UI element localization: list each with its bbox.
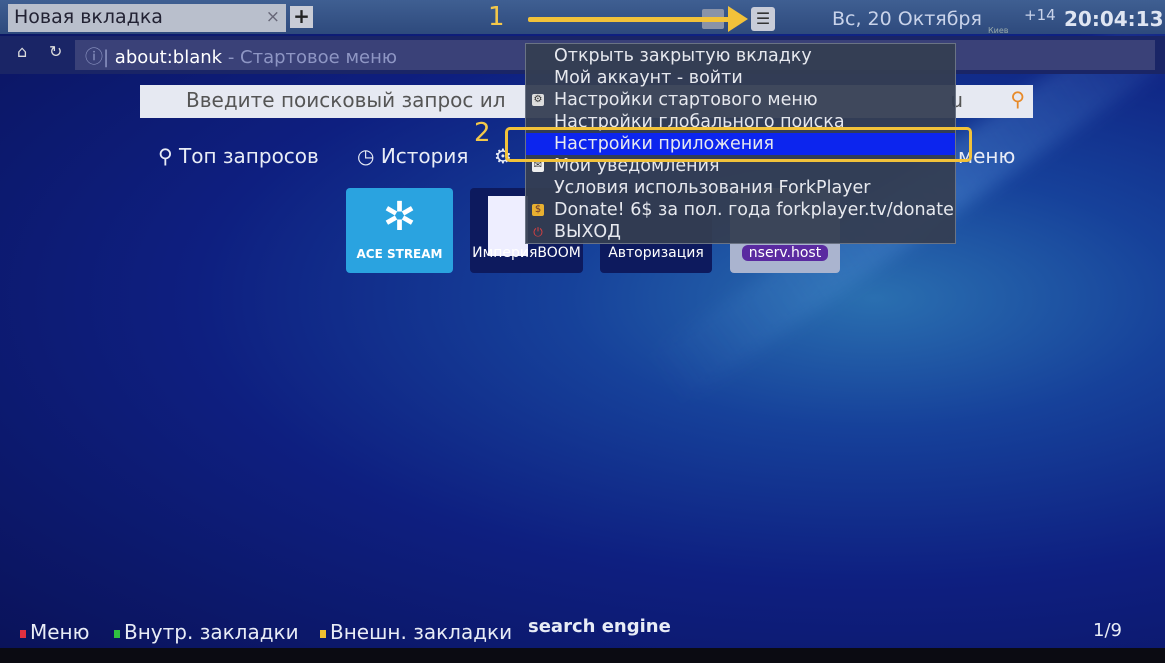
timezone: +14	[1024, 6, 1056, 24]
green-key-icon	[114, 629, 120, 638]
menu-item-terms[interactable]: Условия использования ForkPlayer	[526, 177, 955, 199]
menu-item-start-settings[interactable]: ⚙ Настройки стартового меню	[526, 89, 955, 111]
search-placeholder: Введите поисковый запрос ил	[186, 88, 506, 112]
top-queries-label: Топ запросов	[179, 144, 319, 168]
yellow-key-icon	[320, 629, 326, 638]
red-key-icon	[20, 629, 26, 638]
donate-icon: $	[532, 204, 544, 216]
footer-menu-label: Меню	[30, 620, 90, 644]
ace-stream-logo: ✲	[382, 194, 417, 240]
menu-item-reopen-tab[interactable]: Открыть закрытую вкладку	[526, 45, 955, 67]
footer-external-bookmarks[interactable]: Внешн. закладки	[320, 620, 512, 644]
history-link[interactable]: ◷ История	[357, 144, 468, 168]
tile-label: nserv.host	[742, 245, 828, 261]
tile-label: Авторизация	[608, 245, 704, 261]
search-icon: ⚲	[158, 144, 180, 168]
search-icon[interactable]: ⚲	[1010, 87, 1025, 111]
footer-menu[interactable]: Меню	[20, 620, 89, 644]
footer-search-engine[interactable]: search engine	[528, 616, 671, 637]
date: Вс, 20 Октября	[832, 8, 982, 30]
footer-internal-bookmarks[interactable]: Внутр. закладки	[114, 620, 299, 644]
page-title: - Стартовое меню	[222, 47, 398, 68]
tile-label: ИмперияBOOM	[472, 245, 581, 261]
annotation-arrow	[528, 17, 733, 22]
clock-icon: ◷	[357, 144, 381, 168]
tile-ace-stream[interactable]: ✲ ACE STREAM	[346, 188, 453, 273]
tv-bezel	[0, 648, 1165, 663]
menu-icon[interactable]: ☰	[751, 7, 775, 31]
tab-title: Новая вкладка	[14, 6, 163, 28]
annotation-step-2: 2	[474, 118, 491, 148]
history-label: История	[380, 144, 469, 168]
annotation-highlight-box	[505, 127, 972, 162]
home-icon[interactable]: ⌂	[17, 42, 27, 61]
city: Киев	[988, 26, 1009, 35]
page-indicator: 1/9	[1093, 620, 1122, 641]
annotation-step-1: 1	[488, 2, 505, 32]
info-icon: ⓘ|	[85, 47, 115, 68]
footer-internal-label: Внутр. закладки	[124, 620, 299, 644]
menu-item-donate[interactable]: $ Donate! 6$ за пол. года forkplayer.tv/d…	[526, 199, 955, 221]
power-icon: ⏻	[533, 225, 543, 239]
clock: 20:04:13	[1064, 7, 1164, 31]
annotation-arrowhead	[728, 6, 748, 32]
top-queries-link[interactable]: ⚲ Топ запросов	[158, 144, 319, 168]
url-text: about:blank	[114, 47, 223, 68]
new-tab-button[interactable]: +	[290, 6, 313, 28]
menu-item-exit[interactable]: ⏻ ВЫХОД	[526, 221, 955, 243]
menu-item-account[interactable]: Мой аккаунт - войти	[526, 67, 955, 89]
tile-label: ACE STREAM	[356, 247, 443, 261]
close-tab-icon[interactable]: ×	[266, 7, 280, 27]
settings-icon: ⚙	[532, 94, 544, 106]
tab-new[interactable]: Новая вкладка ×	[8, 4, 286, 32]
footer-external-label: Внешн. закладки	[330, 620, 513, 644]
refresh-icon[interactable]: ↻	[49, 42, 62, 61]
